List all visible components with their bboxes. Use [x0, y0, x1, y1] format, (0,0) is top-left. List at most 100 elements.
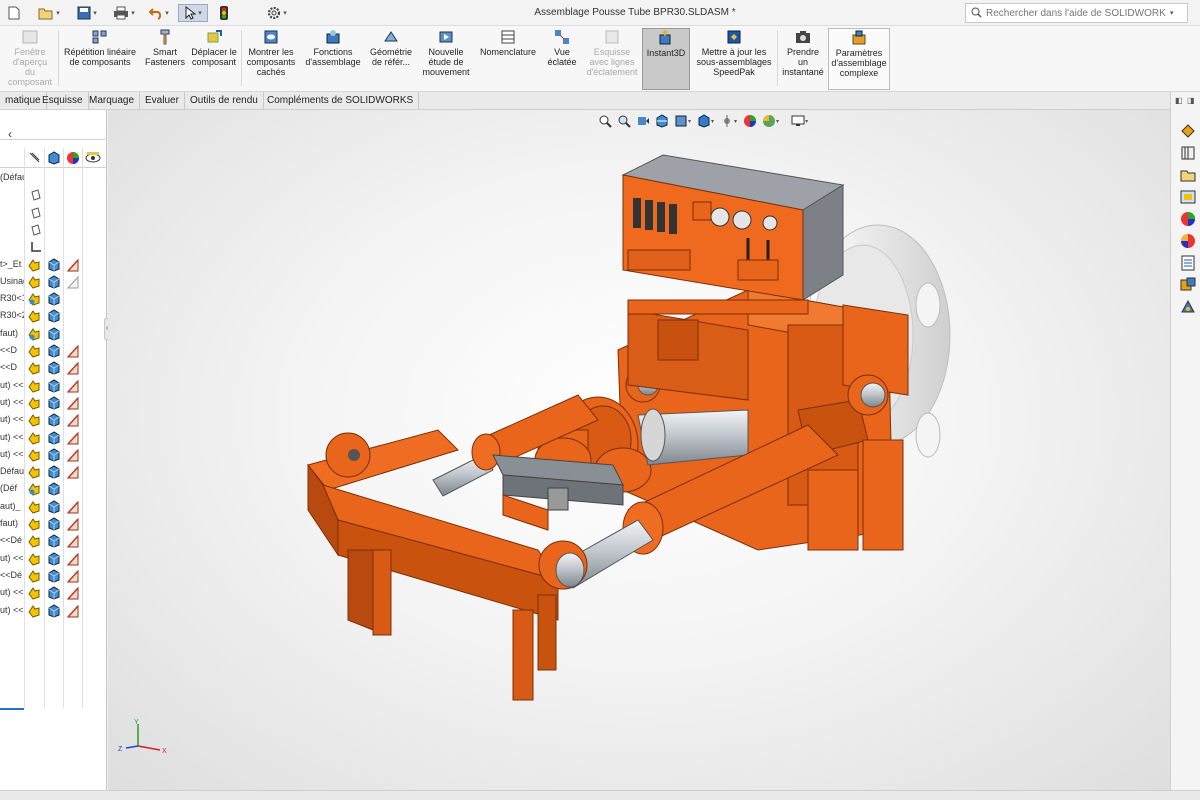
triad-z-label: Z: [118, 746, 123, 753]
show-hidden-icon: [264, 30, 278, 44]
new-motion-study-button[interactable]: Nouvelle étude de mouvement: [418, 28, 474, 90]
design-library-icon[interactable]: [1179, 144, 1197, 162]
tab-complements[interactable]: Compléments de SOLIDWORKS: [262, 92, 420, 110]
part-icon: [47, 257, 61, 272]
tree-row[interactable]: R30<2: [0, 308, 107, 325]
help-search-box[interactable]: ▾: [965, 3, 1188, 23]
visibility-column-icon[interactable]: [85, 151, 101, 165]
appearance-column-icon[interactable]: [66, 151, 80, 165]
suppress-column-icon[interactable]: [28, 151, 41, 164]
tree-row[interactable]: <<Dé: [0, 533, 107, 550]
reference-geometry-button[interactable]: Géométrie de référ...: [366, 28, 416, 90]
options-icon[interactable]: ▾: [262, 4, 292, 22]
appearances-icon[interactable]: [1179, 210, 1197, 228]
graphics-area[interactable]: ▾ ▾ ▾ ▾ ▾ Y X Z: [108, 110, 1170, 790]
tree-row[interactable]: R30<1: [0, 291, 107, 308]
sketch-icon: [66, 448, 80, 462]
custom-properties-icon[interactable]: [1179, 232, 1197, 250]
tree-row[interactable]: ut) <<: [0, 430, 107, 447]
undo-icon[interactable]: ▾: [146, 4, 172, 22]
tree-row[interactable]: <<D: [0, 360, 107, 377]
instant3d-button[interactable]: Instant3D: [642, 28, 690, 90]
tree-row[interactable]: [0, 239, 107, 256]
command-tabs: matique Esquisse Marquage Evaluer Outils…: [0, 92, 1200, 110]
tree-row[interactable]: ut) <<: [0, 585, 107, 602]
mate-icon: [27, 258, 41, 272]
move-component-button[interactable]: Déplacer le composant: [190, 28, 238, 90]
update-speedpak-button[interactable]: Mettre à jour les sous-assemblages Speed…: [694, 28, 774, 90]
part-icon: [47, 413, 61, 427]
tree-row[interactable]: Usinag: [0, 274, 107, 291]
rebuild-icon[interactable]: [216, 4, 232, 22]
forum-icon[interactable]: [1179, 254, 1197, 272]
large-assembly-icon: [852, 30, 866, 45]
tree-row[interactable]: ut) <<: [0, 378, 107, 395]
tree-row[interactable]: aut)_: [0, 499, 107, 516]
tree-row[interactable]: ut) <<: [0, 603, 107, 620]
tree-row-label: ut) <<: [0, 379, 24, 390]
tree-row[interactable]: ut) <<: [0, 447, 107, 464]
tree-row[interactable]: <<Dé: [0, 568, 107, 585]
exploded-view-icon: [555, 30, 569, 44]
solidworks-resources-icon[interactable]: [1179, 298, 1197, 316]
tree-row[interactable]: ut) <<: [0, 412, 107, 429]
search-dropdown-icon[interactable]: ▾: [1170, 9, 1174, 17]
display-mode-column-icon[interactable]: [47, 151, 61, 165]
tree-row[interactable]: ut) <<: [0, 551, 107, 568]
solidworks-window: ▾ ▾ ▾ ▾ ▾ ▾ Assemblage Pousse Tube BPR30…: [0, 0, 1200, 800]
tree-row[interactable]: [0, 222, 107, 239]
tree-row[interactable]: ut) <<: [0, 395, 107, 412]
new-icon[interactable]: [6, 4, 22, 22]
bill-of-materials-button[interactable]: Nomenclature: [476, 28, 540, 90]
tree-row[interactable]: [0, 205, 107, 222]
mate-icon: [27, 569, 41, 583]
sketch-icon: [66, 413, 80, 427]
large-assembly-settings-button[interactable]: Paramètres d'assemblage complexe: [828, 28, 890, 90]
tree-row[interactable]: faut): [0, 516, 107, 533]
assembly-model[interactable]: [108, 110, 1170, 790]
tree-row[interactable]: t>_Et: [0, 257, 107, 274]
tree-row[interactable]: faut): [0, 326, 107, 343]
open-icon[interactable]: ▾: [36, 4, 62, 22]
part-icon: [47, 500, 61, 514]
tree-row[interactable]: (Déf: [0, 481, 107, 498]
3dexperience-icon[interactable]: [1179, 276, 1197, 294]
tree-row[interactable]: Défaut: [0, 464, 107, 481]
mate-icon: [27, 309, 41, 323]
help-search-input[interactable]: [986, 7, 1166, 19]
explode-line-sketch-label: Esquisse avec lignes d'éclatement: [586, 47, 638, 77]
view-palette-icon[interactable]: [1179, 188, 1197, 206]
tree-row-label: (Défau: [0, 172, 24, 182]
explode-line-sketch-button[interactable]: Esquisse avec lignes d'éclatement: [584, 28, 640, 90]
tree-row-label: <<Dé: [0, 569, 23, 580]
mate-icon: [27, 431, 41, 445]
mate-icon: [27, 500, 41, 514]
part-icon: [47, 603, 61, 618]
save-icon[interactable]: ▾: [74, 4, 100, 22]
select-icon[interactable]: ▾: [178, 4, 208, 22]
tree-row[interactable]: <<D: [0, 343, 107, 360]
expand-pane-icon[interactable]: ◨: [1187, 96, 1195, 105]
smart-fasteners-button[interactable]: Smart Fasteners: [142, 28, 188, 90]
tree-row[interactable]: (Défau: [0, 170, 107, 187]
take-snapshot-button[interactable]: Prendre un instantané: [780, 28, 826, 90]
print-icon[interactable]: ▾: [110, 4, 138, 22]
linear-component-pattern-button[interactable]: Répétition linéaire de composants: [60, 28, 140, 90]
tree-row[interactable]: [0, 187, 107, 204]
sketch-icon: [66, 379, 80, 393]
component-preview-window-button[interactable]: Fenêtre d'aperçu du composant: [4, 28, 56, 90]
collapse-panel-icon[interactable]: ‹: [8, 127, 12, 141]
show-hidden-components-button[interactable]: Montrer les composants cachés: [244, 28, 298, 90]
exploded-view-button[interactable]: Vue éclatée: [542, 28, 582, 90]
tab-evaluer[interactable]: Evaluer: [140, 92, 185, 110]
tree-row-label: aut)_: [0, 500, 21, 511]
tab-outils-de-rendu[interactable]: Outils de rendu: [185, 92, 264, 110]
resources-icon[interactable]: [1179, 122, 1197, 140]
sketch-icon: [66, 465, 80, 479]
file-explorer-icon[interactable]: [1179, 166, 1197, 184]
horizontal-scrollbar[interactable]: [0, 708, 24, 710]
restore-pane-icon[interactable]: ◧: [1175, 96, 1183, 105]
assembly-features-button[interactable]: Fonctions d'assemblage: [302, 28, 364, 90]
tab-marquage[interactable]: Marquage: [84, 92, 141, 110]
tab-esquisse[interactable]: Esquisse: [37, 92, 89, 110]
